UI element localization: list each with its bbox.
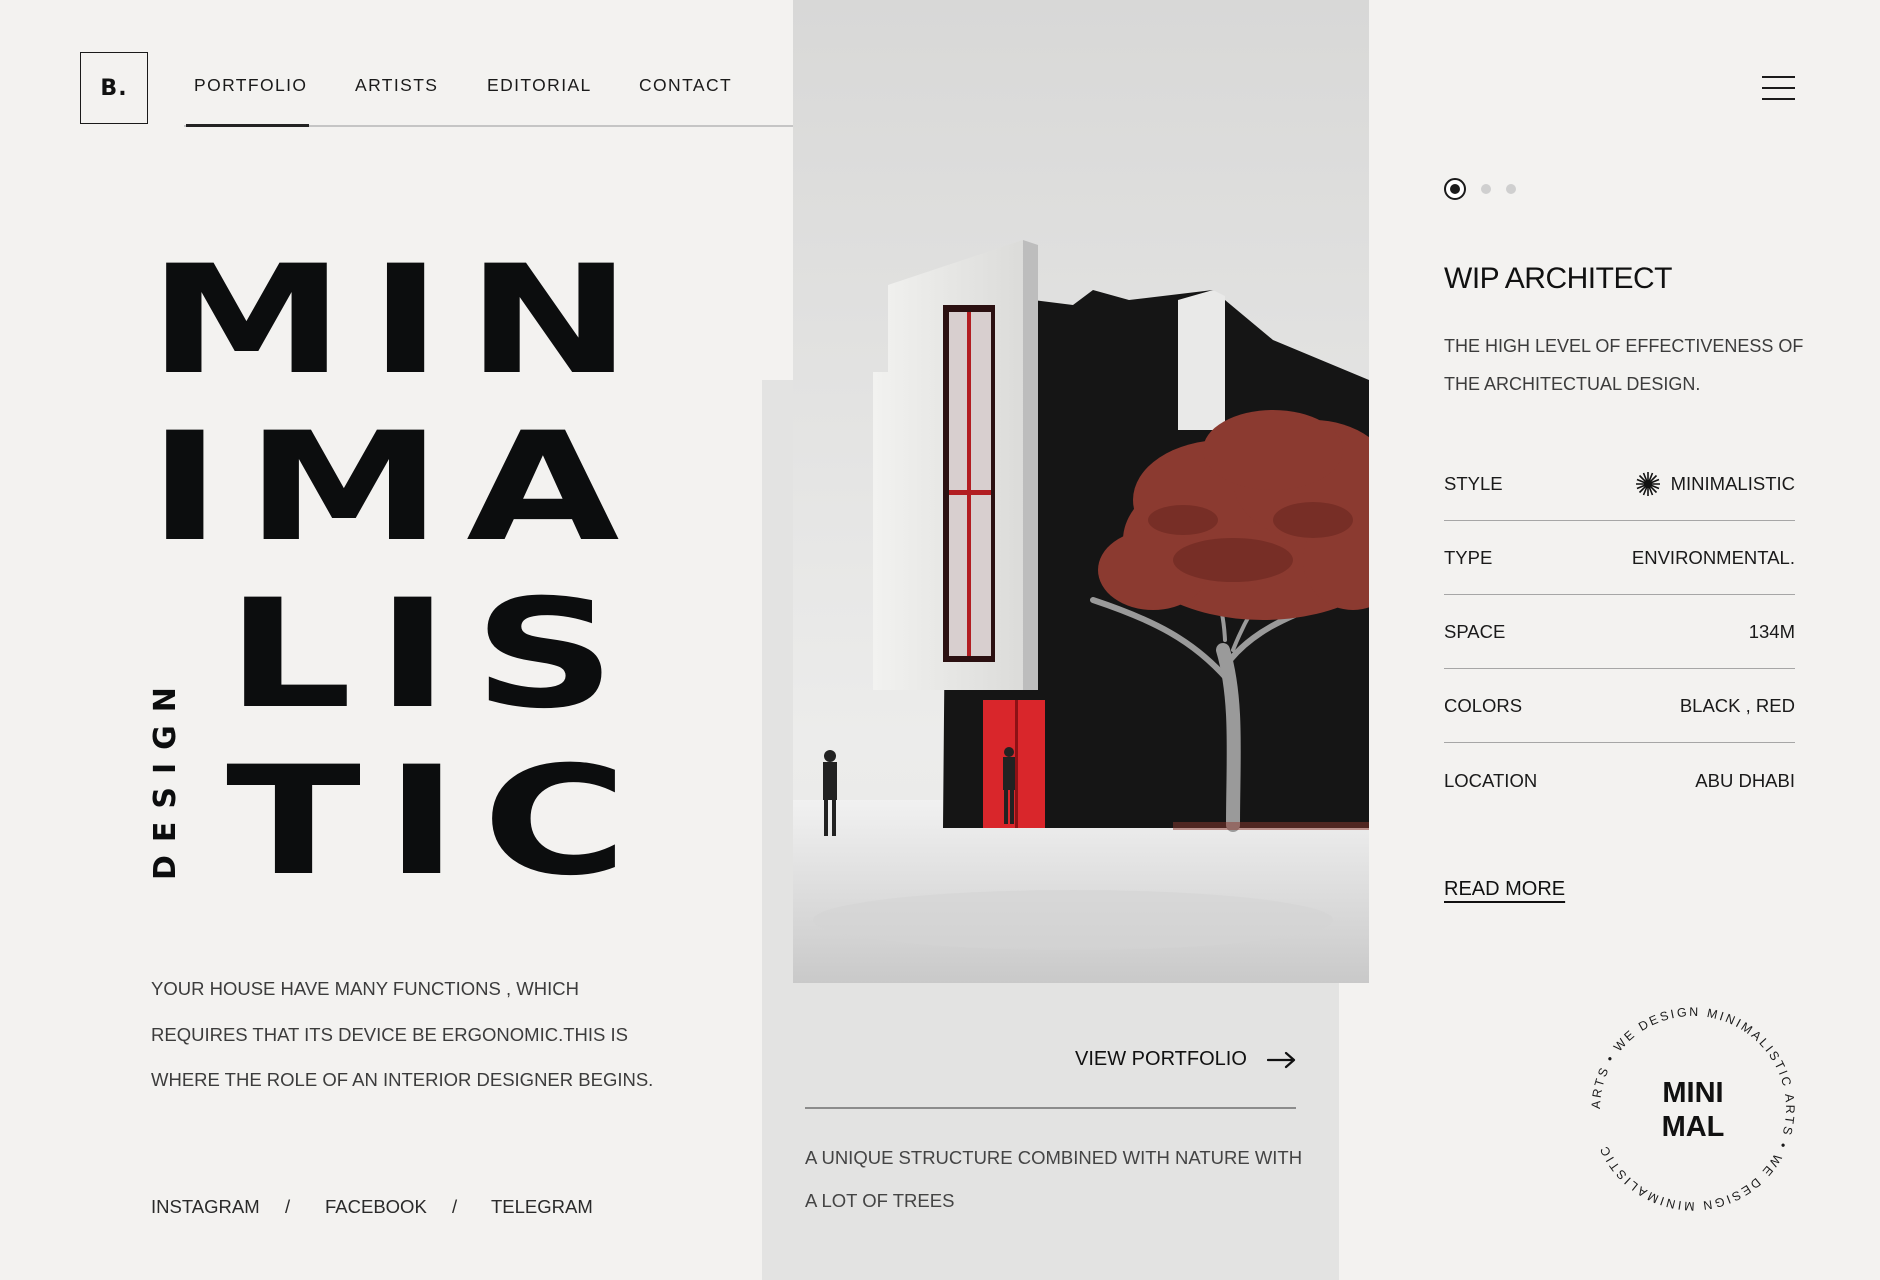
- hero-title-line-2: IMA: [148, 401, 644, 575]
- social-telegram[interactable]: TELEGRAM: [491, 1196, 593, 1218]
- project-description-line: THE HIGH LEVEL OF EFFECTIVENESS OF: [1444, 336, 1804, 356]
- spec-value-text: MINIMALISTIC: [1670, 472, 1795, 494]
- spec-label: SPACE: [1444, 620, 1506, 642]
- hero-title-line-1: MIN: [148, 234, 656, 408]
- nav-active-underline: [186, 124, 309, 127]
- middle-description-line: A LOT OF TREES: [805, 1190, 955, 1211]
- social-instagram[interactable]: INSTAGRAM: [151, 1196, 260, 1218]
- spec-value: 134M: [1748, 620, 1795, 642]
- logo-text: B.: [100, 75, 128, 101]
- nav-editorial[interactable]: EDITORIAL: [487, 75, 592, 96]
- spec-row-type: TYPE ENVIRONMENTAL.: [1444, 521, 1795, 595]
- hamburger-menu-icon[interactable]: [1762, 74, 1795, 102]
- project-title: WIP ARCHITECT: [1444, 262, 1672, 295]
- nav-artists[interactable]: ARTISTS: [355, 75, 438, 96]
- spec-value: MINIMALISTIC: [1635, 471, 1795, 497]
- nav-portfolio[interactable]: PORTFOLIO: [194, 75, 307, 96]
- slider-dot[interactable]: [1481, 184, 1491, 194]
- middle-description-line: A UNIQUE STRUCTURE COMBINED WITH NATURE …: [805, 1147, 1303, 1168]
- spec-row-location: LOCATION ABU DHABI: [1444, 744, 1795, 818]
- building-image: [793, 0, 1369, 983]
- slider-dot[interactable]: [1506, 184, 1516, 194]
- spec-label: STYLE: [1444, 472, 1503, 494]
- hero-title-line-3: LIS: [226, 568, 640, 742]
- spec-row-style: STYLE MINIMALISTIC: [1444, 447, 1795, 521]
- spec-label: COLORS: [1444, 694, 1523, 716]
- hero-description-line: REQUIRES THAT ITS DEVICE BE ERGONOMIC.TH…: [151, 1023, 628, 1045]
- view-portfolio-label: VIEW PORTFOLIO: [1075, 1048, 1247, 1070]
- slider-dot-active[interactable]: [1444, 178, 1466, 200]
- badge-center-line-2: MAL: [1662, 1111, 1725, 1143]
- nav-contact[interactable]: CONTACT: [639, 75, 732, 96]
- spec-label: TYPE: [1444, 546, 1493, 568]
- spec-row-space: SPACE 134M: [1444, 595, 1795, 669]
- project-description: THE HIGH LEVEL OF EFFECTIVENESS OF THE A…: [1444, 327, 1804, 403]
- logo[interactable]: B.: [80, 52, 148, 124]
- hero-title-line-4: TIC: [226, 735, 652, 909]
- hero-description: YOUR HOUSE HAVE MANY FUNCTIONS , WHICH R…: [151, 966, 711, 1103]
- spec-value: BLACK , RED: [1679, 694, 1795, 716]
- project-description-line: THE ARCHITECTUAL DESIGN.: [1444, 374, 1701, 394]
- social-separator: /: [285, 1196, 291, 1217]
- social-facebook[interactable]: FACEBOOK: [325, 1196, 427, 1218]
- social-separator: /: [452, 1196, 458, 1217]
- spec-label: LOCATION: [1444, 770, 1538, 791]
- badge-ring-text: ARTS • WE DESIGN MINIMALISTIC ARTS • WE …: [1589, 1005, 1797, 1213]
- spec-row-colors: COLORS BLACK , RED: [1444, 669, 1795, 743]
- hero-description-line: WHERE THE ROLE OF AN INTERIOR DESIGNER B…: [151, 1069, 654, 1090]
- middle-divider: [805, 1107, 1296, 1109]
- view-portfolio-button[interactable]: VIEW PORTFOLIO: [1075, 1048, 1297, 1071]
- vertical-design-label: DESIGN: [148, 674, 183, 880]
- starburst-icon: [1635, 471, 1660, 496]
- middle-description: A UNIQUE STRUCTURE COMBINED WITH NATURE …: [805, 1136, 1325, 1222]
- read-more-link[interactable]: READ MORE: [1444, 878, 1565, 901]
- arrow-right-icon: [1266, 1051, 1295, 1068]
- hero-description-line: YOUR HOUSE HAVE MANY FUNCTIONS , WHICH: [151, 978, 579, 999]
- rotating-badge: ARTS • WE DESIGN MINIMALISTIC ARTS • WE …: [1589, 1005, 1797, 1213]
- badge-center-line-1: MINI: [1662, 1077, 1723, 1109]
- spec-value: ABU DHABI: [1695, 770, 1795, 791]
- slider-dots: [1444, 178, 1516, 200]
- spec-value: ENVIRONMENTAL.: [1631, 546, 1795, 568]
